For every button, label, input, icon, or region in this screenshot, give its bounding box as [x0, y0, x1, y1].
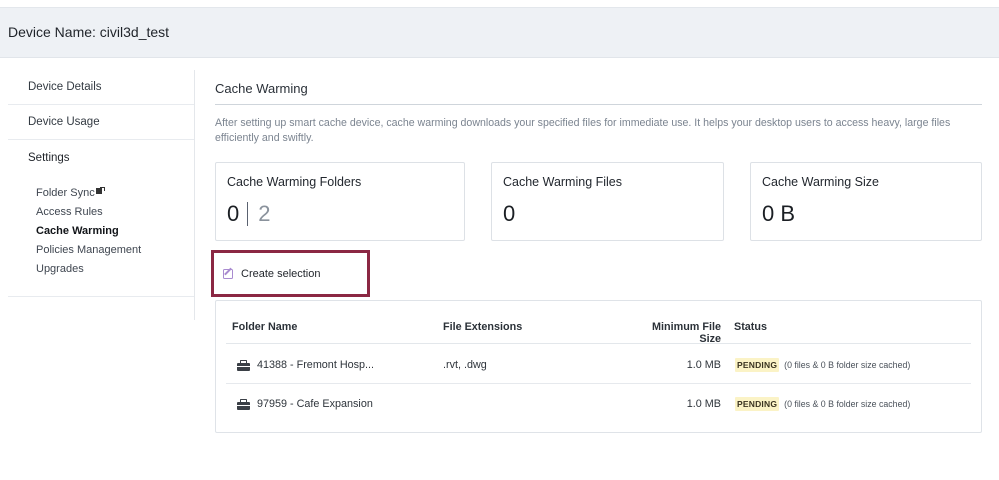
- sidebar-item-device-details[interactable]: Device Details: [8, 70, 194, 105]
- external-link-icon: [95, 187, 105, 194]
- folder-name: 97959 - Cafe Expansion: [257, 398, 373, 410]
- sidebar-item-access-rules[interactable]: Access Rules: [36, 203, 141, 222]
- folders-count: 0: [227, 201, 240, 226]
- file-extensions-cell: .rvt, .dwg: [443, 359, 487, 371]
- briefcase-icon: [237, 399, 250, 410]
- column-header-status[interactable]: Status: [734, 321, 767, 333]
- minimum-file-size-cell: 1.0 MB: [686, 398, 721, 410]
- status-badge: PENDING: [735, 397, 780, 411]
- card-cache-warming-files: Cache Warming Files 0: [491, 162, 724, 241]
- status-note: (0 files & 0 B folder size cached): [784, 360, 911, 370]
- card-label: Cache Warming Size: [762, 175, 879, 189]
- folder-name: 41388 - Fremont Hosp...: [257, 359, 375, 371]
- table-row[interactable]: 97959 - Cafe Expansion 1.0 MB PENDING (0…: [226, 384, 971, 423]
- status-cell: PENDING (0 files & 0 B folder size cache…: [735, 397, 910, 411]
- column-header-minimum-file-size[interactable]: Minimum File Size: [628, 321, 721, 345]
- status-badge: PENDING: [735, 358, 780, 372]
- settings-sub-list: Folder Sync Access Rules Cache Warming P…: [36, 184, 141, 279]
- card-label: Cache Warming Files: [503, 175, 623, 189]
- folder-name-cell: 97959 - Cafe Expansion: [237, 398, 373, 410]
- sidebar-item-upgrades[interactable]: Upgrades: [36, 260, 141, 279]
- card-label: Cache Warming Folders: [227, 175, 362, 189]
- column-header-file-extensions[interactable]: File Extensions: [443, 321, 522, 333]
- sidebar-item-policies-management[interactable]: Policies Management: [36, 241, 141, 260]
- table-header: Folder Name File Extensions Minimum File…: [226, 301, 971, 345]
- briefcase-icon: [237, 360, 250, 371]
- page-title: Cache Warming: [215, 81, 308, 96]
- folder-name-cell: 41388 - Fremont Hosp...: [237, 359, 374, 371]
- column-header-folder-name[interactable]: Folder Name: [232, 321, 297, 333]
- minimum-file-size-cell: 1.0 MB: [686, 359, 721, 371]
- sidebar: Device Details Device Usage Settings Fol…: [8, 70, 195, 320]
- device-name-title: Device Name: civil3d_test: [8, 24, 170, 40]
- page-description: After setting up smart cache device, cac…: [215, 117, 951, 144]
- status-cell: PENDING (0 files & 0 B folder size cache…: [735, 358, 910, 372]
- create-selection-button[interactable]: Create selection: [211, 250, 370, 297]
- status-note: (0 files & 0 B folder size cached): [784, 399, 911, 409]
- sidebar-item-cache-warming[interactable]: Cache Warming: [36, 222, 141, 241]
- sidebar-item-label: Folder Sync: [36, 187, 95, 199]
- table-row[interactable]: 41388 - Fremont Hosp... .rvt, .dwg 1.0 M…: [226, 345, 971, 384]
- folders-total: 2: [258, 201, 271, 226]
- top-strip: [0, 0, 999, 8]
- sidebar-item-folder-sync[interactable]: Folder Sync: [36, 184, 141, 203]
- cache-warming-table: Folder Name File Extensions Minimum File…: [215, 300, 982, 433]
- card-value: 0 B: [762, 201, 796, 226]
- card-cache-warming-size: Cache Warming Size 0 B: [750, 162, 982, 241]
- value-separator: [247, 202, 249, 226]
- card-cache-warming-folders: Cache Warming Folders 0 2: [215, 162, 465, 241]
- card-value: 0 2: [227, 201, 271, 227]
- sidebar-settings-heading[interactable]: Settings: [28, 152, 70, 164]
- card-value: 0: [503, 201, 516, 226]
- create-selection-label: Create selection: [241, 267, 321, 280]
- sidebar-item-device-usage[interactable]: Device Usage: [8, 105, 194, 140]
- edit-icon: [223, 267, 234, 279]
- sidebar-bottom-divider: [8, 296, 194, 297]
- title-divider: [215, 104, 982, 105]
- sidebar-vertical-divider: [194, 70, 195, 320]
- page-header: Device Name: civil3d_test: [0, 8, 999, 58]
